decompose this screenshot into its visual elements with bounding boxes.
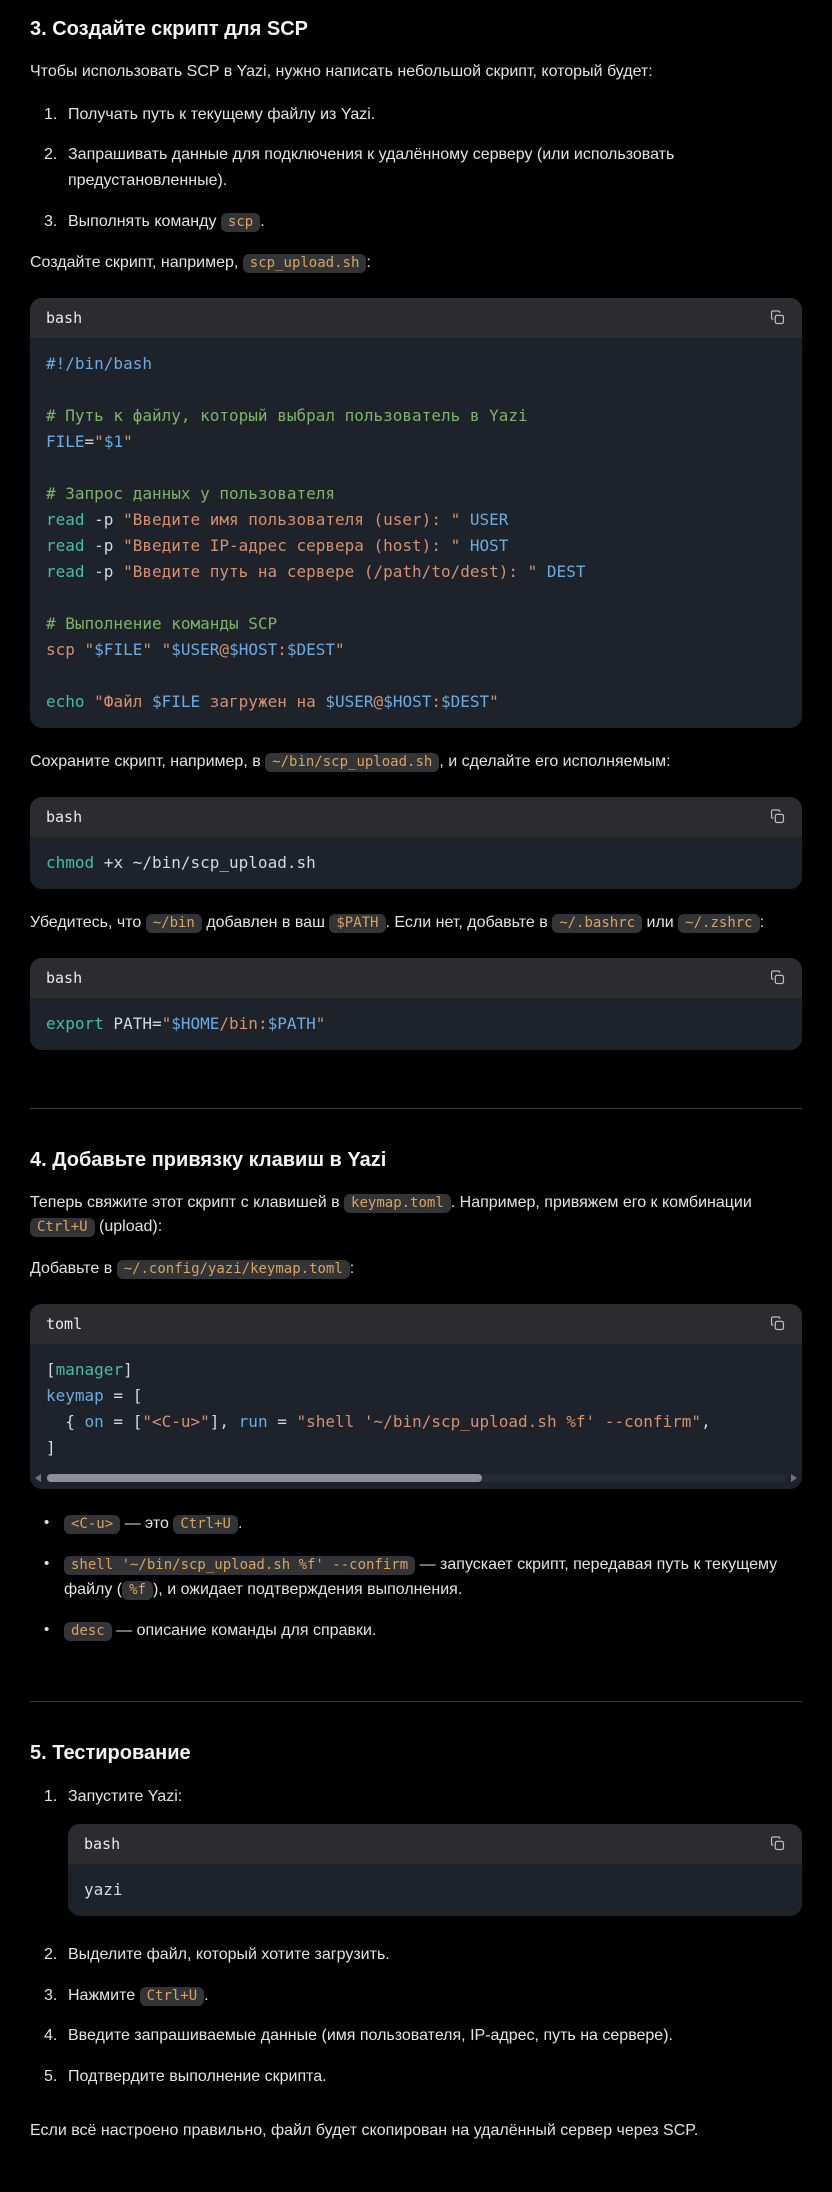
code-language-label: bash — [46, 808, 82, 826]
inline-code: Ctrl+U — [30, 1218, 95, 1237]
code-block-chmod: bash chmod +x ~/bin/scp_upload.sh — [30, 797, 802, 889]
inline-code: desc — [64, 1622, 112, 1641]
list-item: 2. Выделите файл, который хотите загрузи… — [44, 1942, 802, 1968]
list-item: 5. Подтвердите выполнение скрипта. — [44, 2064, 802, 2090]
code-block-header: bash — [30, 298, 802, 338]
inline-code: ~/bin/scp_upload.sh — [265, 753, 439, 772]
inline-code: scp — [221, 213, 260, 232]
bullet-marker: • — [44, 1552, 49, 1576]
assistant-message: 3. Создайте скрипт для SCP Чтобы использ… — [30, 16, 802, 2144]
code-block-header: bash — [30, 958, 802, 998]
section-4-bullet-list: • <C-u> — это Ctrl+U. • shell '~/bin/scp… — [30, 1511, 802, 1643]
inline-code: ~/.config/yazi/keymap.toml — [117, 1260, 350, 1279]
list-number: 3. — [44, 209, 57, 235]
code-block-export-path: bash export PATH="$HOME/bin:$PATH" — [30, 958, 802, 1050]
section-5-outro: Если всё настроено правильно, файл будет… — [30, 2119, 802, 2144]
code-block-header: bash — [68, 1824, 802, 1864]
create-script-line: Создайте скрипт, например, scp_upload.sh… — [30, 251, 802, 276]
code-block-keymap-toml: toml [manager]keymap = [ { on = ["<C-u>"… — [30, 1304, 802, 1489]
copy-code-button[interactable] — [767, 1313, 788, 1334]
inline-code: ~/.zshrc — [678, 914, 759, 933]
code-language-label: bash — [46, 969, 82, 987]
section-5-steps-list: 1. Запустите Yazi: bash yazi 2. Выделите… — [30, 1784, 802, 2089]
list-item-text: Запрашивать данные для подключения к уда… — [68, 146, 674, 189]
inline-code: shell '~/bin/scp_upload.sh %f' --confirm — [64, 1556, 415, 1575]
list-item-text: Выполнять команду scp. — [68, 213, 265, 230]
list-item: • desc — описание команды для справки. — [44, 1618, 802, 1644]
bullet-marker: • — [44, 1618, 49, 1642]
list-item-text: Выделите файл, который хотите загрузить. — [68, 1946, 390, 1963]
section-divider — [30, 1108, 802, 1109]
code-block-yazi: bash yazi — [68, 1824, 802, 1916]
section-3-steps-list: 1. Получать путь к текущему файлу из Yaz… — [30, 102, 802, 234]
section-3-heading: 3. Создайте скрипт для SCP — [30, 16, 802, 42]
code-language-label: bash — [46, 309, 82, 327]
list-number: 2. — [44, 1942, 57, 1968]
list-item-text: Нажмите Ctrl+U. — [68, 1987, 209, 2004]
list-item: 2. Запрашивать данные для подключения к … — [44, 142, 802, 193]
list-number: 5. — [44, 2064, 57, 2090]
list-item-text: Подтвердите выполнение скрипта. — [68, 2068, 327, 2085]
inline-code: <C-u> — [64, 1515, 120, 1534]
scrollbar-thumb[interactable] — [47, 1474, 482, 1482]
horizontal-scrollbar[interactable] — [34, 1471, 798, 1485]
copy-icon — [770, 809, 785, 824]
code-block-content: [manager]keymap = [ { on = ["<C-u>"], ru… — [30, 1344, 802, 1469]
inline-code: %f — [122, 1581, 153, 1600]
code-block-header: bash — [30, 797, 802, 837]
list-number: 2. — [44, 142, 57, 168]
bullet-marker: • — [44, 1511, 49, 1535]
list-item-text: Введите запрашиваемые данные (имя пользо… — [68, 2027, 673, 2044]
list-item: • <C-u> — это Ctrl+U. — [44, 1511, 802, 1537]
code-block-scp-script: bash #!/bin/bash # Путь к файлу, который… — [30, 298, 802, 728]
list-item-text: desc — описание команды для справки. — [64, 1622, 376, 1639]
list-item-text: <C-u> — это Ctrl+U. — [64, 1515, 242, 1532]
save-script-line: Сохраните скрипт, например, в ~/bin/scp_… — [30, 750, 802, 775]
copy-icon — [770, 970, 785, 985]
list-number: 4. — [44, 2023, 57, 2049]
copy-code-button[interactable] — [767, 1833, 788, 1854]
list-item-text: shell '~/bin/scp_upload.sh %f' --confirm… — [64, 1556, 777, 1599]
list-item: 4. Введите запрашиваемые данные (имя пол… — [44, 2023, 802, 2049]
list-item: 3. Нажмите Ctrl+U. — [44, 1983, 802, 2009]
inline-code: ~/.bashrc — [552, 914, 642, 933]
code-block-header: toml — [30, 1304, 802, 1344]
copy-code-button[interactable] — [767, 806, 788, 827]
list-number: 3. — [44, 1983, 57, 2009]
list-item-text: Получать путь к текущему файлу из Yazi. — [68, 106, 375, 123]
code-language-label: toml — [46, 1315, 82, 1333]
list-number: 1. — [44, 1784, 57, 1810]
code-block-content: export PATH="$HOME/bin:$PATH" — [30, 998, 802, 1050]
add-to-keymap-line: Добавьте в ~/.config/yazi/keymap.toml: — [30, 1257, 802, 1282]
section-4-heading: 4. Добавьте привязку клавиш в Yazi — [30, 1147, 802, 1173]
list-number: 1. — [44, 102, 57, 128]
section-3-intro: Чтобы использовать SCP в Yazi, нужно нап… — [30, 60, 802, 85]
section-5-heading: 5. Тестирование — [30, 1740, 802, 1766]
copy-code-button[interactable] — [767, 307, 788, 328]
path-check-line: Убедитесь, что ~/bin добавлен в ваш $PAT… — [30, 911, 802, 936]
list-item: 1. Получать путь к текущему файлу из Yaz… — [44, 102, 802, 128]
code-language-label: bash — [84, 1832, 120, 1856]
inline-code: $PATH — [329, 914, 385, 933]
section-4-intro: Теперь свяжите этот скрипт с клавишей в … — [30, 1191, 802, 1241]
scroll-left-arrow-icon[interactable] — [35, 1474, 41, 1482]
inline-code: keymap.toml — [344, 1194, 451, 1213]
inline-code: Ctrl+U — [140, 1987, 205, 2006]
section-divider — [30, 1701, 802, 1702]
list-item: 1. Запустите Yazi: bash yazi — [44, 1784, 802, 1916]
copy-icon — [770, 310, 785, 325]
copy-icon — [770, 1316, 785, 1331]
inline-code: scp_upload.sh — [243, 254, 367, 273]
code-block-content: yazi — [68, 1864, 802, 1916]
list-item: • shell '~/bin/scp_upload.sh %f' --confi… — [44, 1552, 802, 1603]
scroll-right-arrow-icon[interactable] — [791, 1474, 797, 1482]
copy-icon — [770, 1836, 785, 1851]
code-block-content: #!/bin/bash # Путь к файлу, который выбр… — [30, 338, 802, 728]
inline-code: Ctrl+U — [173, 1515, 238, 1534]
code-block-content: chmod +x ~/bin/scp_upload.sh — [30, 837, 802, 889]
copy-code-button[interactable] — [767, 967, 788, 988]
list-item: 3. Выполнять команду scp. — [44, 209, 802, 235]
inline-code: ~/bin — [146, 914, 202, 933]
list-item-text: Запустите Yazi: — [68, 1788, 182, 1805]
